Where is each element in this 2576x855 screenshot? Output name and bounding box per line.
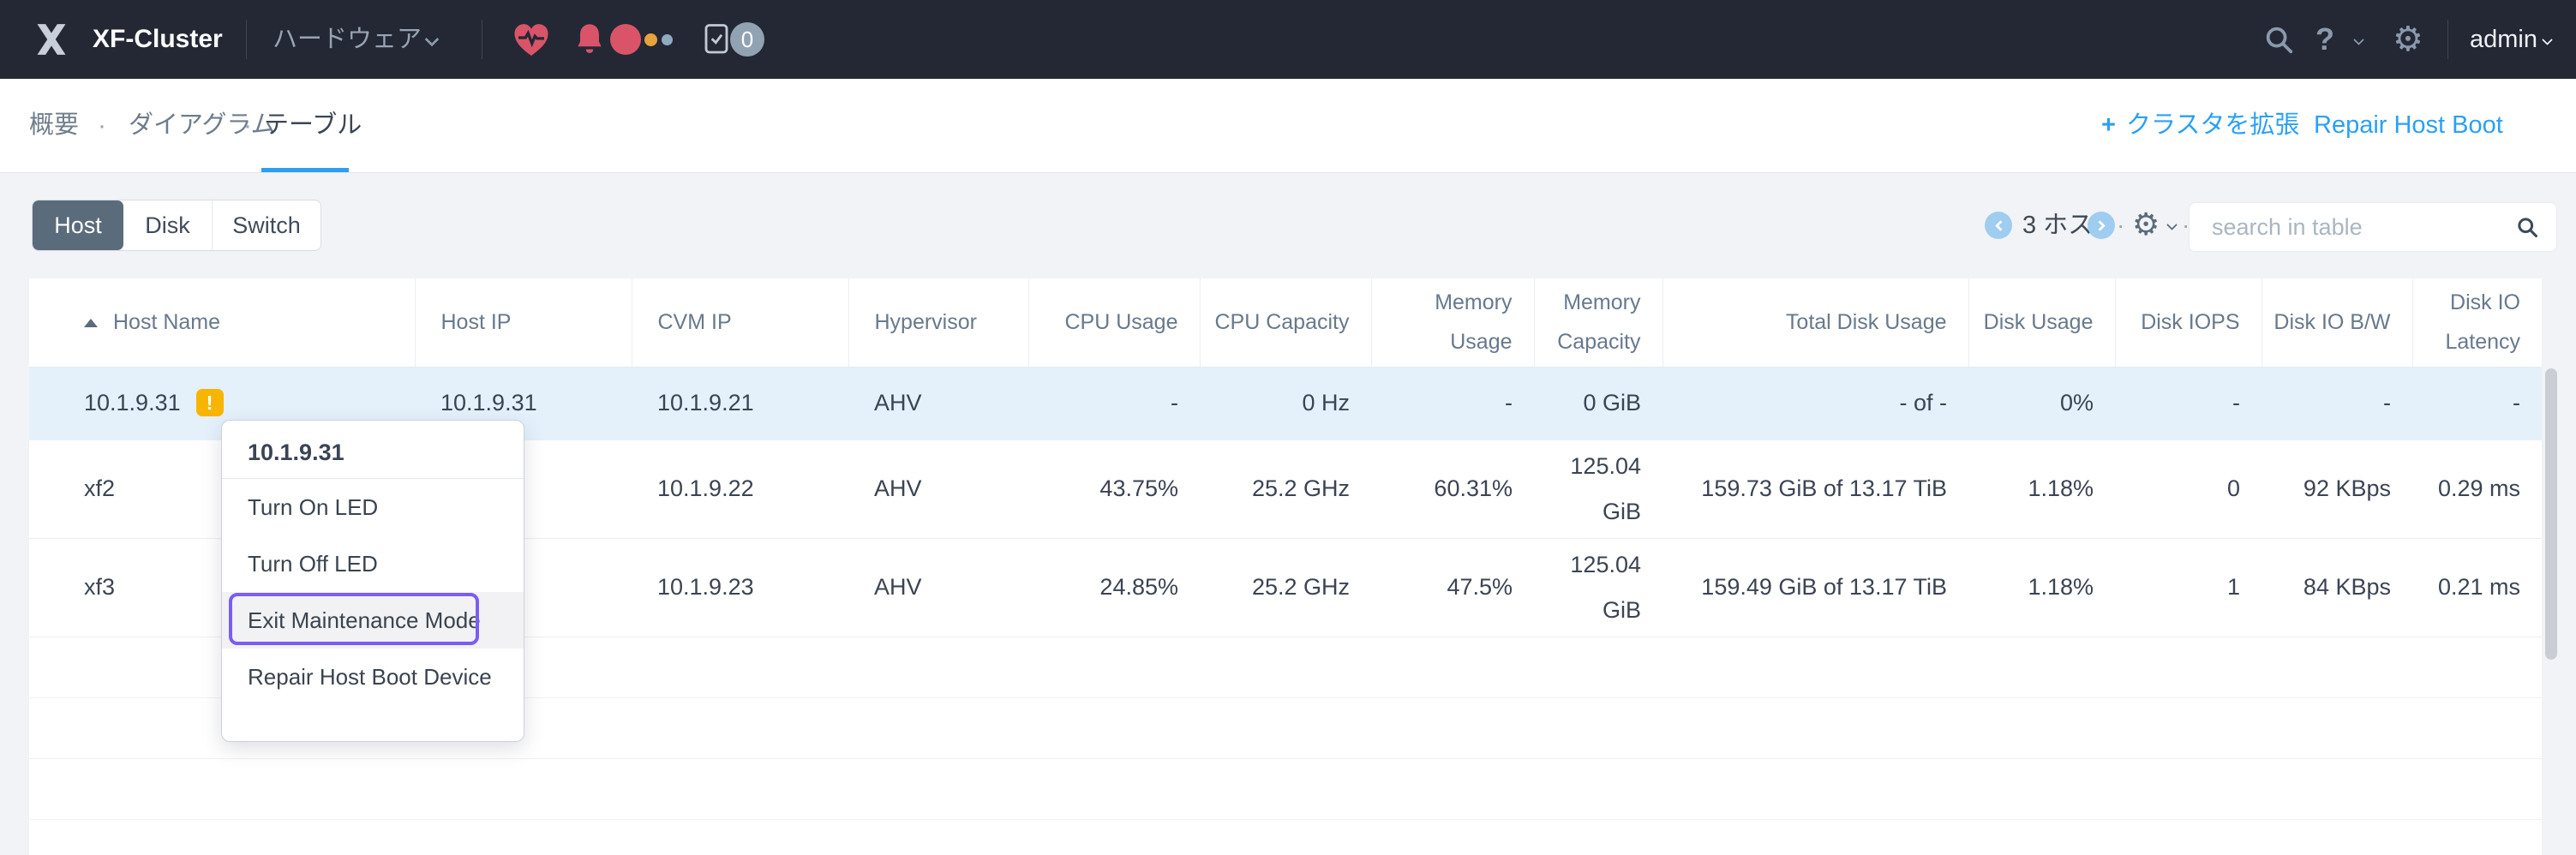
expand-cluster-link[interactable]: +クラスタを拡張	[2101, 79, 2299, 172]
cluster-name[interactable]: XF-Cluster	[93, 0, 223, 79]
search-icon[interactable]	[2515, 213, 2539, 241]
col-header-host-ip[interactable]: Host IP	[415, 278, 632, 367]
menu-item-repair-host-boot-device[interactable]: Repair Host Boot Device	[222, 649, 524, 705]
global-search-icon[interactable]	[2262, 23, 2295, 60]
host-name-link[interactable]: 10.1.9.31	[84, 380, 181, 426]
tasks-clipboard-icon[interactable]	[701, 21, 732, 62]
vertical-scrollbar[interactable]	[2545, 368, 2557, 660]
topbar-divider	[246, 20, 247, 59]
hardware-menu[interactable]: ハードウェア	[273, 0, 422, 79]
menu-item-exit-maintenance-mode[interactable]: Exit Maintenance Mode	[222, 592, 524, 649]
entity-tab-group: Host Disk Switch	[32, 200, 321, 251]
settings-gear-icon[interactable]: ⚙	[2393, 0, 2423, 79]
table-header-row: Host Name Host IP CVM IP Hypervisor CPU …	[29, 278, 2542, 367]
pager-prev-button[interactable]	[1985, 212, 2012, 239]
info-dot-icon[interactable]	[662, 34, 673, 45]
user-chevron-icon[interactable]	[2542, 34, 2553, 45]
top-bar: XF-Cluster ハードウェア 0	[0, 0, 2576, 79]
user-menu[interactable]: admin	[2470, 0, 2537, 79]
nav-separator-dot: ·	[98, 79, 106, 172]
app-window: XF-Cluster ハードウェア 0	[0, 0, 2576, 855]
tab-table[interactable]: テーブル	[264, 79, 362, 172]
task-count-badge[interactable]: 0	[730, 22, 764, 57]
table-settings-gear-icon[interactable]: ⚙	[2132, 200, 2160, 251]
col-header-cpu-capacity[interactable]: CPU Capacity	[1200, 278, 1371, 367]
col-header-hypervisor[interactable]: Hypervisor	[848, 278, 1028, 367]
col-header-memory-usage[interactable]: Memory Usage	[1371, 278, 1534, 367]
health-heart-icon[interactable]	[511, 20, 552, 65]
help-chevron-icon[interactable]	[2353, 34, 2364, 45]
help-icon[interactable]: ?	[2315, 0, 2334, 79]
col-header-cpu-usage[interactable]: CPU Usage	[1028, 278, 1200, 367]
table-search-input[interactable]	[2212, 214, 2515, 241]
chevron-left-icon	[1995, 220, 2006, 231]
chevron-down-icon[interactable]	[425, 33, 440, 47]
sub-nav: 概要 · ダイアグラム · テーブル +クラスタを拡張 Repair Host …	[0, 79, 2576, 173]
table-row-empty	[29, 819, 2542, 855]
warning-icon[interactable]: !	[196, 389, 224, 416]
col-header-cvm-ip[interactable]: CVM IP	[632, 278, 848, 367]
brand-x-logo-icon[interactable]	[33, 21, 70, 63]
col-header-host-name[interactable]: Host Name	[29, 278, 415, 367]
col-header-memory-capacity[interactable]: Memory Capacity	[1534, 278, 1662, 367]
col-header-disk-usage[interactable]: Disk Usage	[1968, 278, 2115, 367]
host-context-menu: 10.1.9.31 Turn On LED Turn Off LED Exit …	[221, 420, 524, 742]
entity-tab-switch[interactable]: Switch	[212, 200, 321, 250]
col-header-disk-io-bw[interactable]: Disk IO B/W	[2261, 278, 2412, 367]
active-tab-underline	[261, 168, 349, 172]
table-settings-chevron-icon[interactable]	[2166, 219, 2178, 230]
menu-item-turn-off-led[interactable]: Turn Off LED	[222, 535, 524, 592]
tab-diagram[interactable]: ダイアグラム	[129, 79, 276, 172]
chevron-right-icon	[2094, 220, 2106, 231]
sort-asc-icon	[84, 319, 98, 327]
alert-count-dot-icon[interactable]	[610, 24, 641, 55]
col-header-total-disk-usage[interactable]: Total Disk Usage	[1662, 278, 1968, 367]
col-header-disk-io-latency[interactable]: Disk IO Latency	[2412, 278, 2542, 367]
pager-next-button[interactable]	[2088, 212, 2115, 239]
warning-dot-icon[interactable]	[644, 33, 657, 46]
tab-overview[interactable]: 概要	[29, 79, 79, 172]
context-menu-title: 10.1.9.31	[222, 429, 524, 478]
entity-tab-disk[interactable]: Disk	[123, 200, 212, 250]
alerts-bell-icon[interactable]	[572, 22, 607, 63]
menu-item-turn-on-led[interactable]: Turn On LED	[222, 479, 524, 535]
toolbar-separator-dot: ·	[2117, 200, 2124, 251]
col-header-disk-iops[interactable]: Disk IOPS	[2115, 278, 2261, 367]
plus-icon: +	[2101, 111, 2116, 139]
entity-tab-host[interactable]: Host	[33, 200, 123, 250]
table-search	[2189, 202, 2557, 252]
table-row-empty	[29, 758, 2542, 819]
nav-separator-dot: ·	[243, 79, 252, 172]
topbar-divider	[2447, 20, 2448, 59]
